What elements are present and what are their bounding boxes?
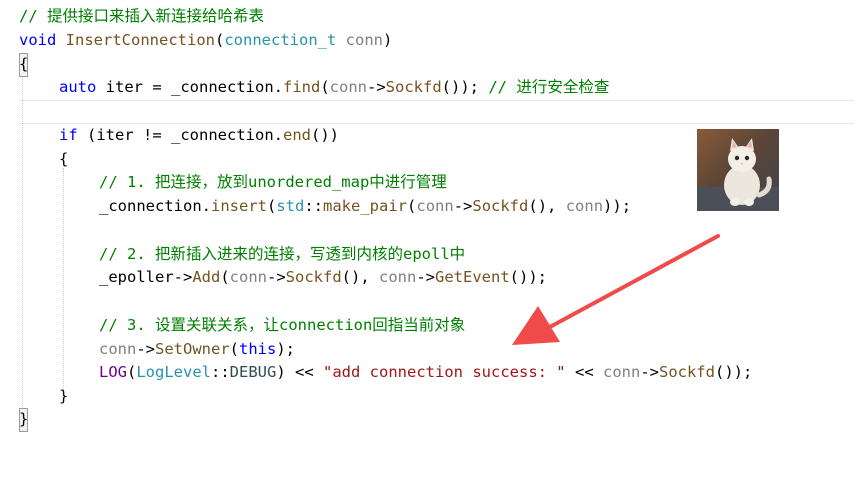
string-literal: "add connection success: ": [323, 363, 566, 381]
comment: // 2. 把新插入进来的连接，写透到内核的epoll中: [99, 245, 466, 263]
code-line-15[interactable]: conn->SetOwner(this);: [0, 338, 854, 362]
comment: // 提供接口来插入新连接给哈希表: [19, 7, 264, 25]
code-line-12[interactable]: _epoller->Add(conn->Sockfd(), conn->GetE…: [0, 266, 854, 290]
comment: // 进行安全检查: [479, 78, 610, 96]
code-line-16[interactable]: LOG(LogLevel::DEBUG) << "add connection …: [0, 361, 854, 385]
code-line-11[interactable]: // 2. 把新插入进来的连接，写透到内核的epoll中: [0, 243, 854, 267]
cat-photo: [697, 129, 779, 211]
brace-open: {: [19, 53, 29, 77]
brace-close: }: [19, 408, 29, 432]
function-name: InsertConnection: [65, 31, 215, 49]
code-editor[interactable]: // 提供接口来插入新连接给哈希表 void InsertConnection(…: [0, 0, 854, 432]
code-line-14[interactable]: // 3. 设置关联关系，让connection回指当前对象: [0, 314, 854, 338]
code-line-17[interactable]: }: [0, 385, 854, 409]
code-line-1[interactable]: // 提供接口来插入新连接给哈希表: [0, 5, 854, 29]
macro: LOG: [99, 363, 127, 381]
code-line-3[interactable]: {: [0, 53, 854, 77]
parameter: conn: [345, 31, 383, 49]
keyword: void: [19, 31, 57, 49]
code-line-4[interactable]: auto iter = _connection.find(conn->Sockf…: [0, 76, 854, 100]
code-line-18[interactable]: }: [0, 408, 854, 432]
type-name: connection_t: [224, 31, 337, 49]
current-line-highlight: [20, 100, 854, 124]
code-line-2[interactable]: void InsertConnection(connection_t conn): [0, 29, 854, 53]
comment: // 1. 把连接，放到unordered_map中进行管理: [99, 173, 447, 191]
comment: // 3. 设置关联关系，让connection回指当前对象: [99, 316, 466, 334]
